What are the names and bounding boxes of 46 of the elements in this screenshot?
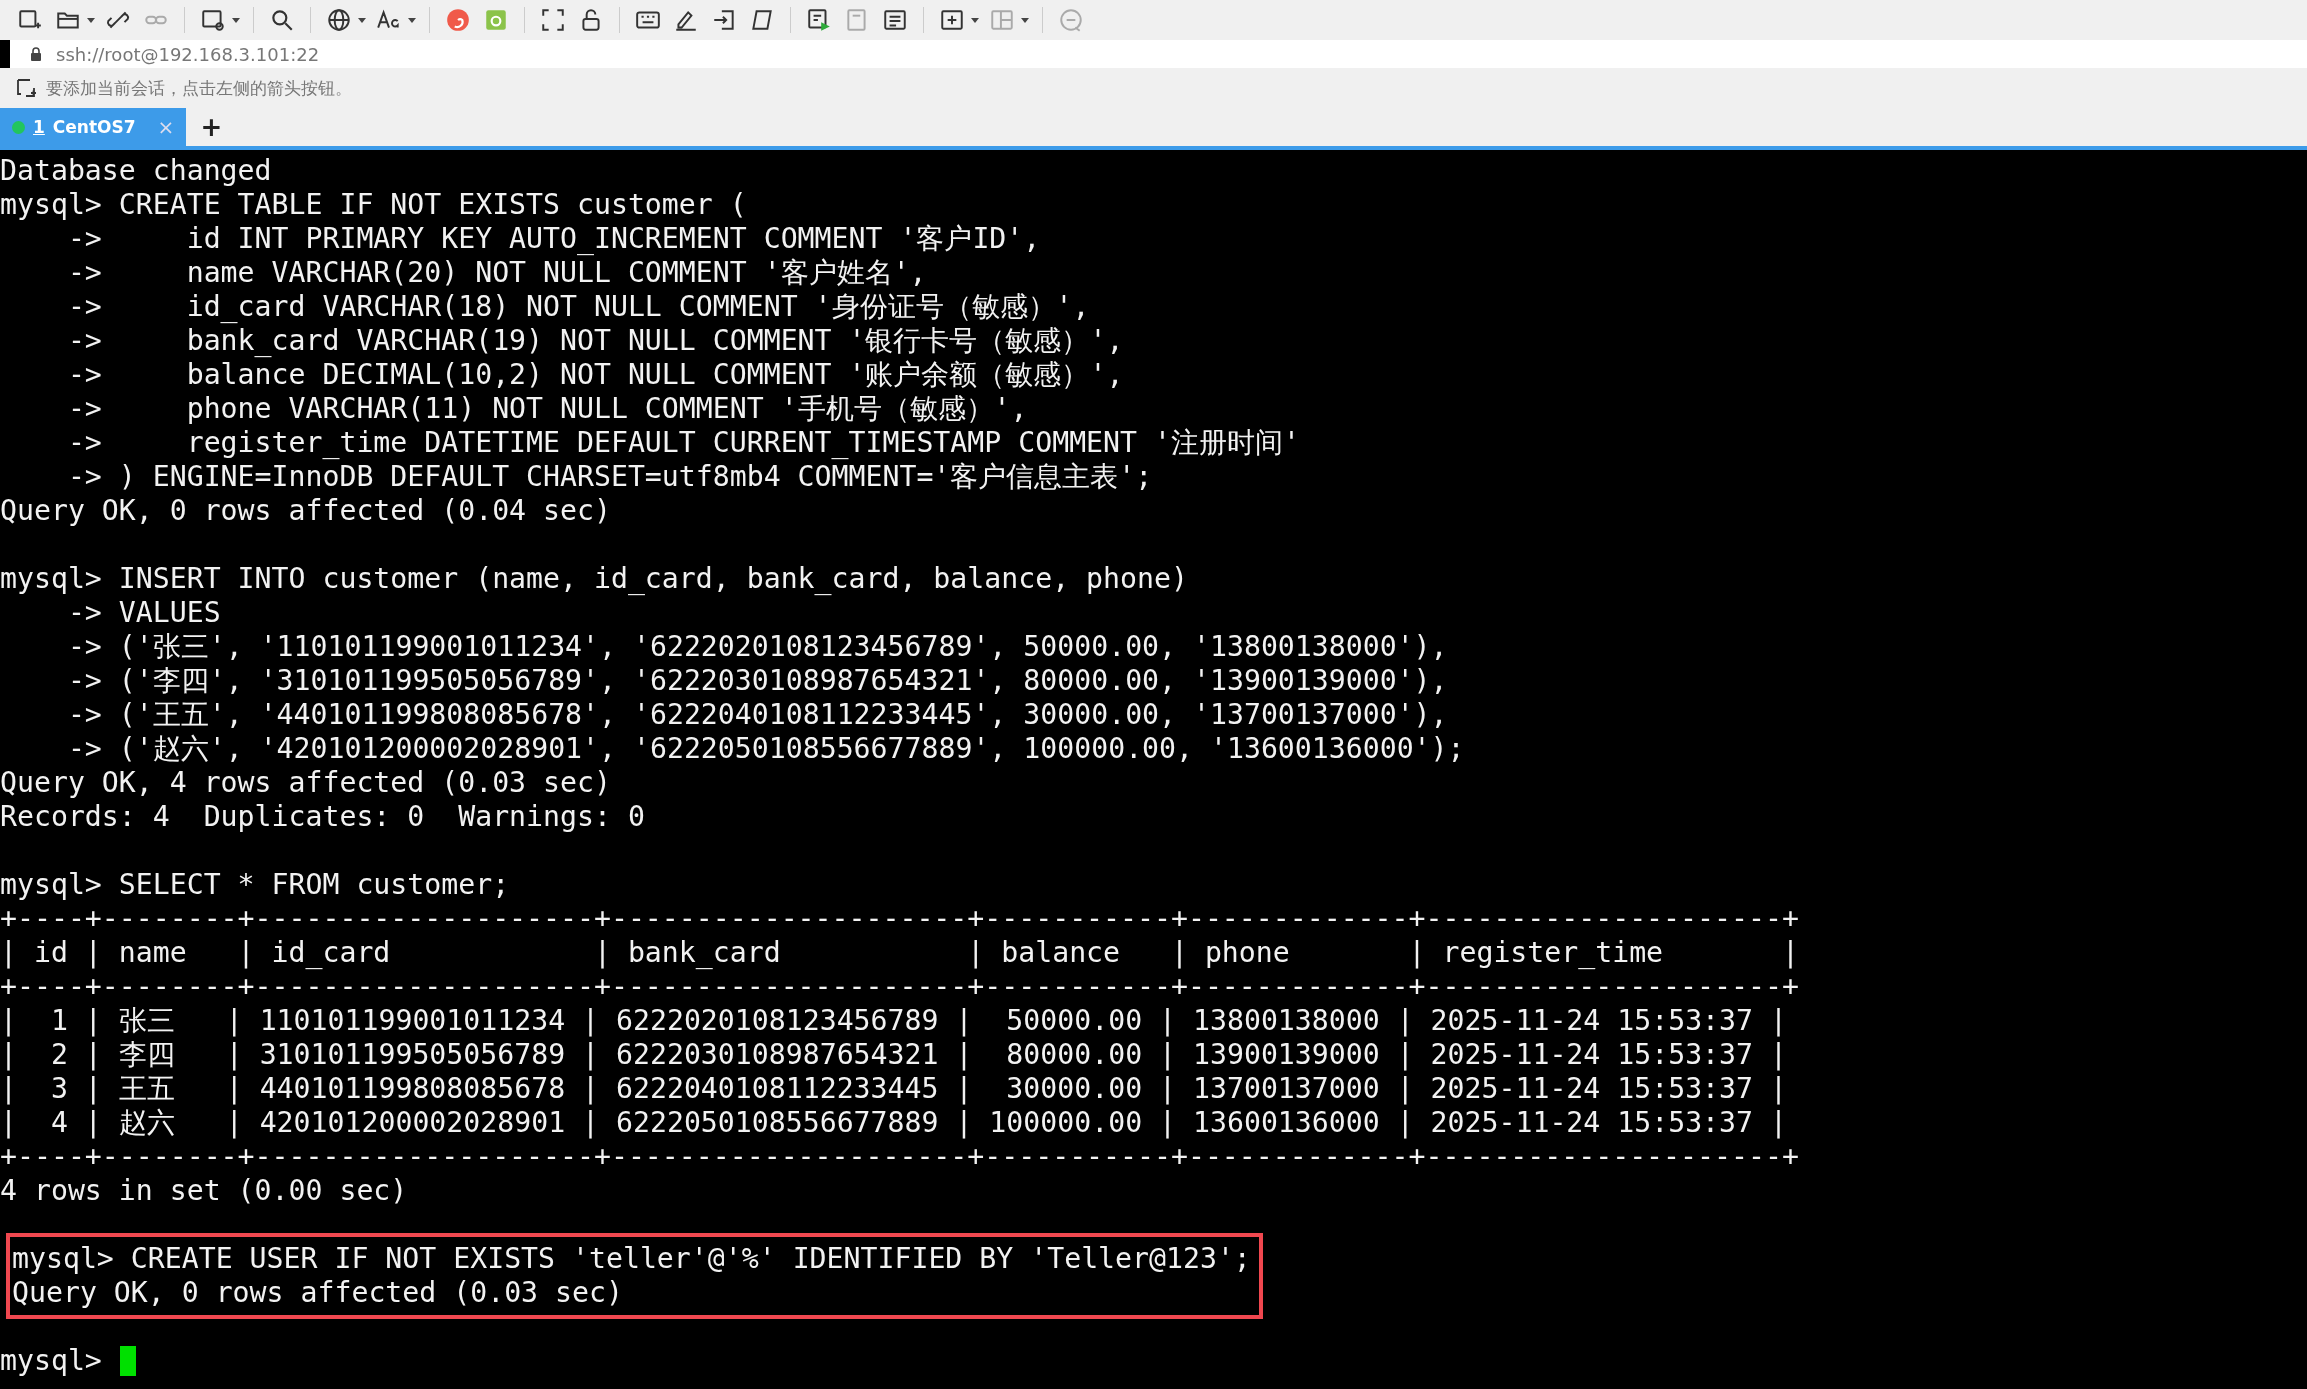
terminal-line: -> bank_card VARCHAR(19) NOT NULL COMMENT '银行卡号（敏感）',: [66, 324, 1124, 358]
terminal-line: Query OK, 4 rows affected (0.03 sec): [0, 766, 611, 800]
terminal-prompt: mysql>: [0, 1344, 102, 1378]
add-session-icon[interactable]: [14, 76, 38, 100]
terminal-line: +----+--------+--------------------+---------------------+-----------+-------------+---------------------+: [0, 1140, 1799, 1174]
terminal-line: -> balance DECIMAL(10,2) NOT NULL COMMENT '账户余额（敏感）',: [66, 358, 1124, 392]
terminal-line: | 2 | 李四 | 310101199505056789 | 6222030108987654321 | 80000.00 | 13900139000 | 2025-11-24 15:53:37 |: [0, 1038, 1787, 1072]
caret-icon[interactable]: [970, 15, 980, 25]
terminal-line: | 4 | 赵六 | 420101200002028901 | 6222050108556677889 | 100000.00 | 13600136000 | 2025-11-24 15:53:37 |: [0, 1106, 1787, 1140]
terminal-line: -> name VARCHAR(20) NOT NULL COMMENT '客户姓名',: [66, 256, 927, 290]
caret-icon[interactable]: [407, 15, 417, 25]
terminal-line: Database changed: [0, 154, 272, 188]
terminal-line: mysql> CREATE TABLE IF NOT EXISTS customer (: [0, 188, 747, 222]
terminal-line: Query OK, 0 rows affected (0.03 sec): [12, 1276, 623, 1310]
terminal-line: mysql> INSERT INTO customer (name, id_card, bank_card, balance, phone): [0, 562, 1188, 596]
terminal-line: -> ('王五', '440101199808085678', '6222040108112233445', 30000.00, '13700137000'),: [66, 698, 1448, 732]
hint-text: 要添加当前会话，点击左侧的箭头按钮。: [46, 76, 352, 100]
terminal-line: -> register_time DATETIME DEFAULT CURRENT_TIMESTAMP COMMENT '注册时间': [66, 426, 1300, 460]
terminal-line: -> VALUES: [66, 596, 221, 630]
terminal-line: -> id_card VARCHAR(18) NOT NULL COMMENT '身份证号（敏感）',: [66, 290, 1090, 324]
terminal-line: -> ) ENGINE=InnoDB DEFAULT CHARSET=utf8mb4 COMMENT='客户信息主表';: [66, 460, 1153, 494]
terminal-line: | 1 | 张三 | 110101199001011234 | 6222020108123456789 | 50000.00 | 13800138000 | 2025-11-24 15:53:37 |: [0, 1004, 1787, 1038]
terminal-line: mysql> CREATE USER IF NOT EXISTS 'teller'@'%' IDENTIFIED BY 'Teller@123';: [12, 1242, 1251, 1276]
terminal-line: -> ('赵六', '420101200002028901', '6222050108556677889', 100000.00, '13600136000');: [66, 732, 1465, 766]
tab-number: 1: [33, 117, 45, 137]
address-text[interactable]: ssh://root@192.168.3.101:22: [56, 43, 320, 65]
new-tab-button[interactable]: +: [186, 108, 237, 146]
caret-icon[interactable]: [1020, 15, 1030, 25]
lock-icon: [28, 46, 44, 62]
terminal-line: | 3 | 王五 | 440101199808085678 | 6222040108112233445 | 30000.00 | 13700137000 | 2025-11-24 15:53:37 |: [0, 1072, 1787, 1106]
tab-label: CentOS7: [52, 117, 136, 137]
terminal-line: Records: 4 Duplicates: 0 Warnings: 0: [0, 800, 645, 834]
terminal-line: Query OK, 0 rows affected (0.04 sec): [0, 494, 611, 528]
terminal-line: 4 rows in set (0.00 sec): [0, 1174, 408, 1208]
terminal-line: +----+--------+--------------------+---------------------+-----------+-------------+---------------------+: [0, 902, 1799, 936]
caret-icon[interactable]: [357, 15, 367, 25]
terminal-line: -> ('张三', '110101199001011234', '6222020108123456789', 50000.00, '13800138000'),: [66, 630, 1448, 664]
caret-icon[interactable]: [231, 15, 241, 25]
terminal-line: | id | name | id_card | bank_card | balance | phone | register_time |: [0, 936, 1799, 970]
terminal-line: -> ('李四', '310101199505056789', '6222030108987654321', 80000.00, '13900139000'),: [66, 664, 1448, 698]
session-tab[interactable]: 1 CentOS7 ×: [0, 108, 187, 146]
terminal-line: mysql> SELECT * FROM customer;: [0, 868, 510, 902]
terminal-line: -> id INT PRIMARY KEY AUTO_INCREMENT COMMENT '客户ID',: [66, 222, 1041, 256]
terminal-line: +----+--------+--------------------+---------------------+-----------+-------------+---------------------+: [0, 970, 1799, 1004]
terminal-line: -> phone VARCHAR(11) NOT NULL COMMENT '手机号（敏感）',: [66, 392, 1028, 426]
caret-icon[interactable]: [86, 15, 96, 25]
